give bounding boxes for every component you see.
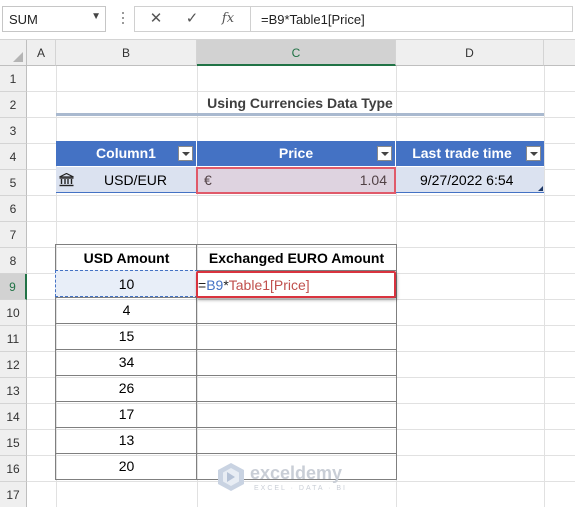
table1-header-last-trade-time[interactable]: Last trade time bbox=[396, 141, 544, 166]
usd-amount-cell[interactable]: 15 bbox=[56, 323, 197, 349]
filter-dropdown-icon[interactable] bbox=[377, 146, 392, 161]
price-reference-highlight bbox=[196, 167, 396, 194]
table1-header-label: Price bbox=[278, 145, 314, 161]
euro-amount-header: Exchanged EURO Amount bbox=[208, 250, 385, 266]
table1-cell-b5[interactable]: USD/EUR bbox=[56, 167, 197, 193]
gridline bbox=[27, 91, 575, 92]
row-header-15[interactable]: 15 bbox=[0, 430, 27, 456]
exchange-row-rule bbox=[56, 453, 396, 454]
row-header-16[interactable]: 16 bbox=[0, 456, 27, 482]
exchange-row-rule bbox=[56, 349, 396, 350]
gridline bbox=[27, 195, 575, 196]
drag-handle-icon[interactable] bbox=[122, 12, 125, 26]
column-header-d[interactable]: D bbox=[396, 40, 544, 66]
title-underline bbox=[56, 113, 544, 116]
usd-amount-cell[interactable]: 17 bbox=[56, 401, 197, 427]
filter-dropdown-icon[interactable] bbox=[526, 146, 541, 161]
name-box[interactable]: SUM ▼ bbox=[2, 6, 106, 32]
usd-amount-header: USD Amount bbox=[83, 250, 170, 266]
table1-header-label: Last trade time bbox=[412, 145, 512, 161]
watermark-tagline: EXCEL · DATA · BI bbox=[254, 485, 347, 492]
gridline bbox=[27, 221, 575, 222]
row-header-17[interactable]: 17 bbox=[0, 482, 27, 507]
bank-icon bbox=[59, 173, 74, 187]
exchange-row-rule bbox=[56, 323, 396, 324]
table1-header-label: Column1 bbox=[96, 145, 156, 161]
row-header-10[interactable]: 10 bbox=[0, 300, 27, 326]
row-header-7[interactable]: 7 bbox=[0, 222, 27, 248]
name-box-value: SUM bbox=[9, 12, 38, 27]
table1-header-column1[interactable]: Column1 bbox=[56, 141, 197, 166]
insert-function-icon[interactable]: fx bbox=[217, 9, 239, 29]
usd-amount-cell[interactable]: 13 bbox=[56, 427, 197, 453]
enter-icon[interactable]: ✓ bbox=[181, 9, 203, 29]
exceldemy-logo-icon bbox=[218, 463, 244, 491]
formula-buttons: ✕ ✓ fx bbox=[134, 6, 250, 32]
gridline bbox=[544, 66, 545, 507]
formula-input[interactable]: =B9*Table1[Price] bbox=[250, 6, 573, 32]
row-header-14[interactable]: 14 bbox=[0, 404, 27, 430]
row-header-5[interactable]: 5 bbox=[0, 170, 27, 196]
row-header-2[interactable]: 2 bbox=[0, 92, 27, 118]
row-header-8[interactable]: 8 bbox=[0, 248, 27, 274]
worksheet-grid[interactable]: A B C D 1 2 3 4 5 6 7 8 9 10 11 12 13 14 15 16 17 Using … bbox=[0, 40, 575, 507]
last-trade-time-value: 9/27/2022 6:54 bbox=[420, 172, 514, 188]
usd-amount-cell[interactable]: 10 bbox=[56, 271, 197, 297]
row-header-6[interactable]: 6 bbox=[0, 196, 27, 222]
inline-formula[interactable]: =B9*Table1[Price] bbox=[198, 277, 310, 293]
exceldemy-watermark: exceldemy EXCEL · DATA · BI bbox=[216, 460, 376, 500]
select-all-icon bbox=[13, 52, 23, 62]
column-header-c[interactable]: C bbox=[197, 40, 396, 66]
currency-pair: USD/EUR bbox=[104, 172, 168, 188]
cancel-icon[interactable]: ✕ bbox=[145, 9, 167, 29]
formula-bar: SUM ▼ ✕ ✓ fx =B9*Table1[Price] bbox=[0, 0, 575, 40]
row-header-12[interactable]: 12 bbox=[0, 352, 27, 378]
row-header-11[interactable]: 11 bbox=[0, 326, 27, 352]
formula-eq: = bbox=[198, 277, 207, 293]
usd-amount-cell[interactable]: 34 bbox=[56, 349, 197, 375]
row-header-3[interactable]: 3 bbox=[0, 118, 27, 144]
row-header-4[interactable]: 4 bbox=[0, 144, 27, 170]
exchange-row-rule bbox=[56, 401, 396, 402]
chevron-down-icon[interactable]: ▼ bbox=[91, 11, 101, 22]
usd-amount-cell[interactable]: 4 bbox=[56, 297, 197, 323]
formula-ref-b9: B9 bbox=[206, 277, 224, 293]
row-header-13[interactable]: 13 bbox=[0, 378, 27, 404]
usd-amount-cell[interactable]: 26 bbox=[56, 375, 197, 401]
exchange-row-rule bbox=[56, 375, 396, 376]
filter-dropdown-icon[interactable] bbox=[178, 146, 193, 161]
sheet-title: Using Currencies Data Type bbox=[207, 95, 393, 111]
table1-cell-d5[interactable]: 9/27/2022 6:54 bbox=[396, 167, 544, 193]
gridline bbox=[27, 117, 575, 118]
table-resize-handle-icon[interactable] bbox=[538, 186, 543, 191]
column-header-a[interactable]: A bbox=[27, 40, 56, 66]
table1-header-price[interactable]: Price bbox=[197, 141, 396, 166]
row-header-9[interactable]: 9 bbox=[0, 274, 27, 300]
row-header-1[interactable]: 1 bbox=[0, 66, 27, 92]
select-all-button[interactable] bbox=[0, 40, 27, 66]
usd-amount-cell[interactable]: 20 bbox=[56, 453, 197, 479]
formula-text: =B9*Table1[Price] bbox=[261, 12, 365, 27]
formula-ref-price: Table1[Price] bbox=[228, 277, 310, 293]
formula-edit-cell[interactable]: =B9*Table1[Price] bbox=[196, 271, 396, 298]
exchange-row-rule bbox=[56, 427, 396, 428]
column-header-b[interactable]: B bbox=[56, 40, 197, 66]
column-header-e[interactable] bbox=[544, 40, 575, 66]
watermark-name: exceldemy bbox=[250, 463, 343, 483]
